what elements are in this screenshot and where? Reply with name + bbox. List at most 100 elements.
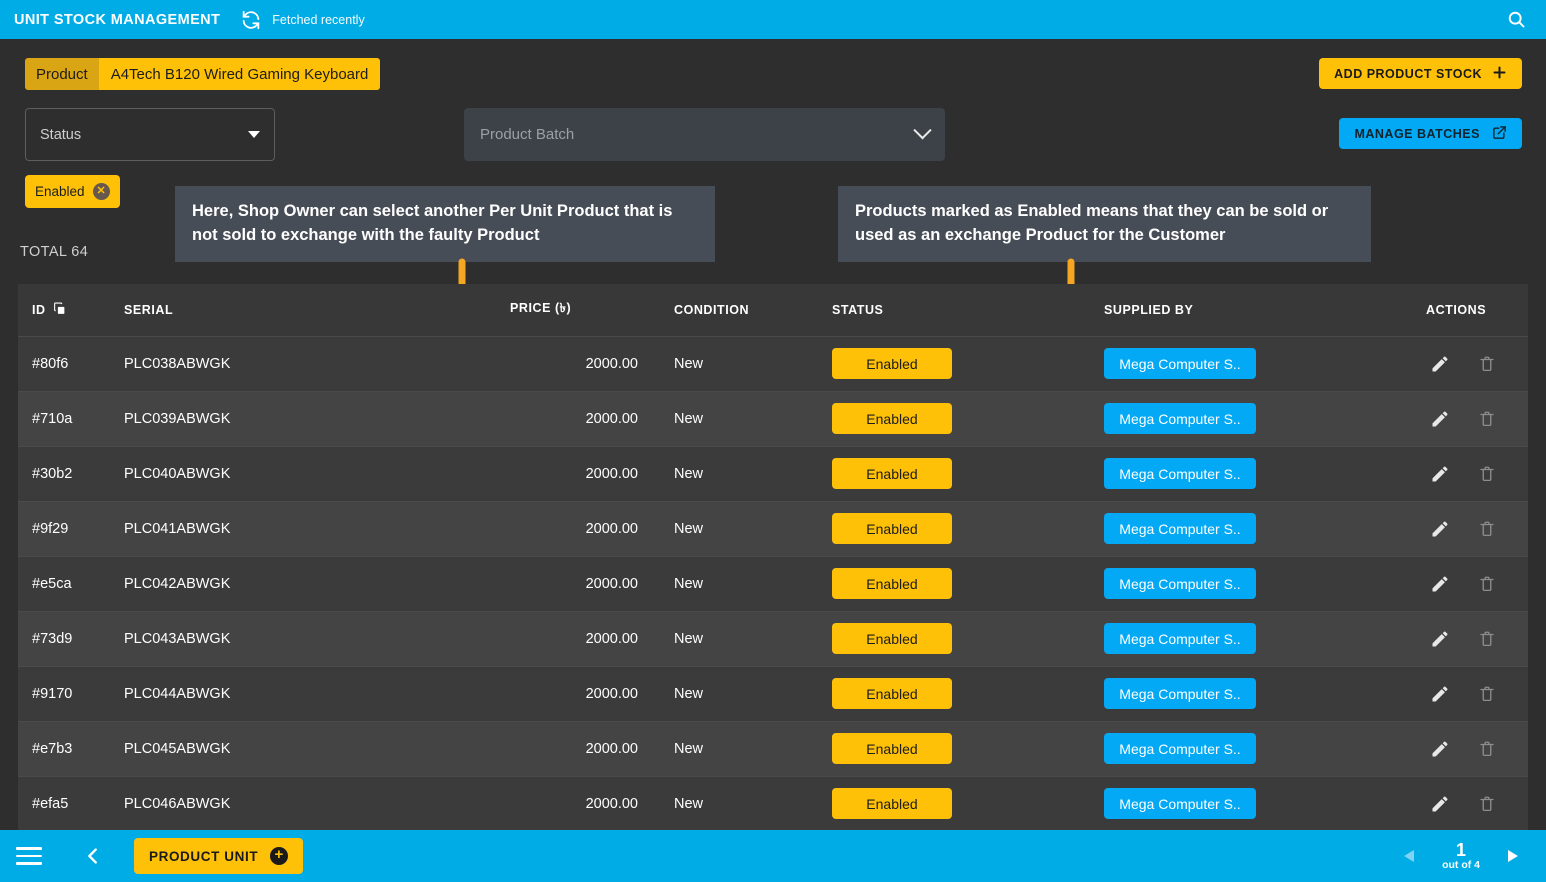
active-filter-chip-label: Enabled <box>35 184 85 199</box>
refresh-icon[interactable] <box>240 9 262 31</box>
table-row[interactable]: #710a PLC039ABWGK 2000.00 New Enabled Mega Co… <box>18 391 1528 447</box>
supplier-badge[interactable]: Mega Computer S.. <box>1104 348 1256 379</box>
cell-status: Enabled <box>818 391 1090 447</box>
cell-status: Enabled <box>818 336 1090 392</box>
hamburger-menu-icon[interactable] <box>16 847 42 865</box>
cell-id: #e5ca <box>18 556 110 612</box>
trash-icon[interactable] <box>1478 795 1496 813</box>
cell-status: Enabled <box>818 611 1090 667</box>
cell-actions <box>1412 776 1528 830</box>
column-header-price[interactable]: PRICE (৳) <box>510 284 660 337</box>
page-title: UNIT STOCK MANAGEMENT <box>14 11 221 28</box>
chevron-left-icon[interactable] <box>82 845 104 867</box>
column-header-condition[interactable]: CONDITION <box>660 284 818 337</box>
active-filter-chip-enabled[interactable]: Enabled ✕ <box>25 175 120 208</box>
pencil-icon[interactable] <box>1430 684 1450 704</box>
copy-icon[interactable] <box>53 302 66 318</box>
trash-icon[interactable] <box>1478 685 1496 703</box>
trash-icon[interactable] <box>1478 355 1496 373</box>
pencil-icon[interactable] <box>1430 519 1450 539</box>
table-row[interactable]: #73d9 PLC043ABWGK 2000.00 New Enabled Mega Co… <box>18 611 1528 667</box>
pencil-icon[interactable] <box>1430 354 1450 374</box>
table-row[interactable]: #e5ca PLC042ABWGK 2000.00 New Enabled Mega Co… <box>18 556 1528 612</box>
product-batch-select[interactable]: Product Batch <box>464 108 945 161</box>
cell-condition: New <box>660 666 818 722</box>
cell-status: Enabled <box>818 446 1090 502</box>
triangle-right-icon[interactable] <box>1506 848 1520 864</box>
supplier-badge[interactable]: Mega Computer S.. <box>1104 458 1256 489</box>
supplier-badge[interactable]: Mega Computer S.. <box>1104 513 1256 544</box>
pencil-icon[interactable] <box>1430 739 1450 759</box>
column-header-serial[interactable]: SERIAL <box>110 284 510 337</box>
cell-condition: New <box>660 501 818 557</box>
table-row[interactable]: #30b2 PLC040ABWGK 2000.00 New Enabled Mega Co… <box>18 446 1528 502</box>
status-badge[interactable]: Enabled <box>832 458 952 489</box>
cell-condition: New <box>660 336 818 392</box>
table-row[interactable]: #9170 PLC044ABWGK 2000.00 New Enabled Mega Co… <box>18 666 1528 722</box>
column-header-actions: ACTIONS <box>1412 284 1528 337</box>
cell-id: #efa5 <box>18 776 110 830</box>
cell-serial: PLC044ABWGK <box>110 666 510 722</box>
trash-icon[interactable] <box>1478 465 1496 483</box>
trash-icon[interactable] <box>1478 575 1496 593</box>
trash-icon[interactable] <box>1478 520 1496 538</box>
cell-serial: PLC038ABWGK <box>110 336 510 392</box>
status-filter-label: Status <box>40 126 82 143</box>
cell-supplied-by: Mega Computer S.. <box>1090 446 1412 502</box>
cell-price: 2000.00 <box>510 501 660 557</box>
cell-supplied-by: Mega Computer S.. <box>1090 336 1412 392</box>
product-chip[interactable]: Product A4Tech B120 Wired Gaming Keyboar… <box>25 58 381 90</box>
table-row[interactable]: #e7b3 PLC045ABWGK 2000.00 New Enabled Mega Co… <box>18 721 1528 777</box>
supplier-badge[interactable]: Mega Computer S.. <box>1104 733 1256 764</box>
supplier-badge[interactable]: Mega Computer S.. <box>1104 623 1256 654</box>
column-header-status[interactable]: STATUS <box>818 284 1090 337</box>
triangle-left-icon[interactable] <box>1402 848 1416 864</box>
cell-condition: New <box>660 776 818 830</box>
search-icon[interactable] <box>1500 4 1532 36</box>
cell-actions <box>1412 446 1528 502</box>
pencil-icon[interactable] <box>1430 574 1450 594</box>
status-badge[interactable]: Enabled <box>832 733 952 764</box>
status-badge[interactable]: Enabled <box>832 623 952 654</box>
trash-icon[interactable] <box>1478 630 1496 648</box>
cell-actions <box>1412 611 1528 667</box>
trash-icon[interactable] <box>1478 410 1496 428</box>
pencil-icon[interactable] <box>1430 409 1450 429</box>
pencil-icon[interactable] <box>1430 464 1450 484</box>
supplier-badge[interactable]: Mega Computer S.. <box>1104 678 1256 709</box>
table-row[interactable]: #9f29 PLC041ABWGK 2000.00 New Enabled Mega Co… <box>18 501 1528 557</box>
cell-serial: PLC040ABWGK <box>110 446 510 502</box>
product-unit-button[interactable]: PRODUCT UNIT + <box>134 838 304 874</box>
bottom-app-bar: PRODUCT UNIT + 1 out of 4 <box>0 830 1546 882</box>
supplier-badge[interactable]: Mega Computer S.. <box>1104 788 1256 819</box>
pencil-icon[interactable] <box>1430 629 1450 649</box>
status-badge[interactable]: Enabled <box>832 678 952 709</box>
add-product-stock-button[interactable]: ADD PRODUCT STOCK <box>1319 58 1522 89</box>
supplier-badge[interactable]: Mega Computer S.. <box>1104 568 1256 599</box>
plus-circle-icon: + <box>270 847 289 865</box>
table-row[interactable]: #80f6 PLC038ABWGK 2000.00 New Enabled Mega Co… <box>18 336 1528 392</box>
manage-batches-button[interactable]: MANAGE BATCHES <box>1339 118 1522 149</box>
status-badge[interactable]: Enabled <box>832 788 952 819</box>
callout-left: Here, Shop Owner can select another Per … <box>175 186 715 262</box>
cell-status: Enabled <box>818 721 1090 777</box>
status-badge[interactable]: Enabled <box>832 568 952 599</box>
pencil-icon[interactable] <box>1430 794 1450 814</box>
column-header-id[interactable]: ID <box>18 284 110 337</box>
status-badge[interactable]: Enabled <box>832 348 952 379</box>
column-header-supplied-by[interactable]: SUPPLIED BY <box>1090 284 1412 337</box>
table-header-row: ID SERIAL PRICE (৳) CONDITION STATUS SUP… <box>18 284 1528 337</box>
close-icon[interactable]: ✕ <box>92 183 110 200</box>
cell-id: #30b2 <box>18 446 110 502</box>
status-badge[interactable]: Enabled <box>832 403 952 434</box>
supplier-badge[interactable]: Mega Computer S.. <box>1104 403 1256 434</box>
status-filter-select[interactable]: Status <box>25 108 275 161</box>
trash-icon[interactable] <box>1478 740 1496 758</box>
cell-supplied-by: Mega Computer S.. <box>1090 501 1412 557</box>
cell-actions <box>1412 501 1528 557</box>
status-badge[interactable]: Enabled <box>832 513 952 544</box>
cell-condition: New <box>660 721 818 777</box>
product-batch-placeholder: Product Batch <box>480 126 575 143</box>
unit-stock-management-page: UNIT STOCK MANAGEMENT Fetched recently P… <box>0 0 1546 882</box>
table-row[interactable]: #efa5 PLC046ABWGK 2000.00 New Enabled Mega Co… <box>18 776 1528 830</box>
